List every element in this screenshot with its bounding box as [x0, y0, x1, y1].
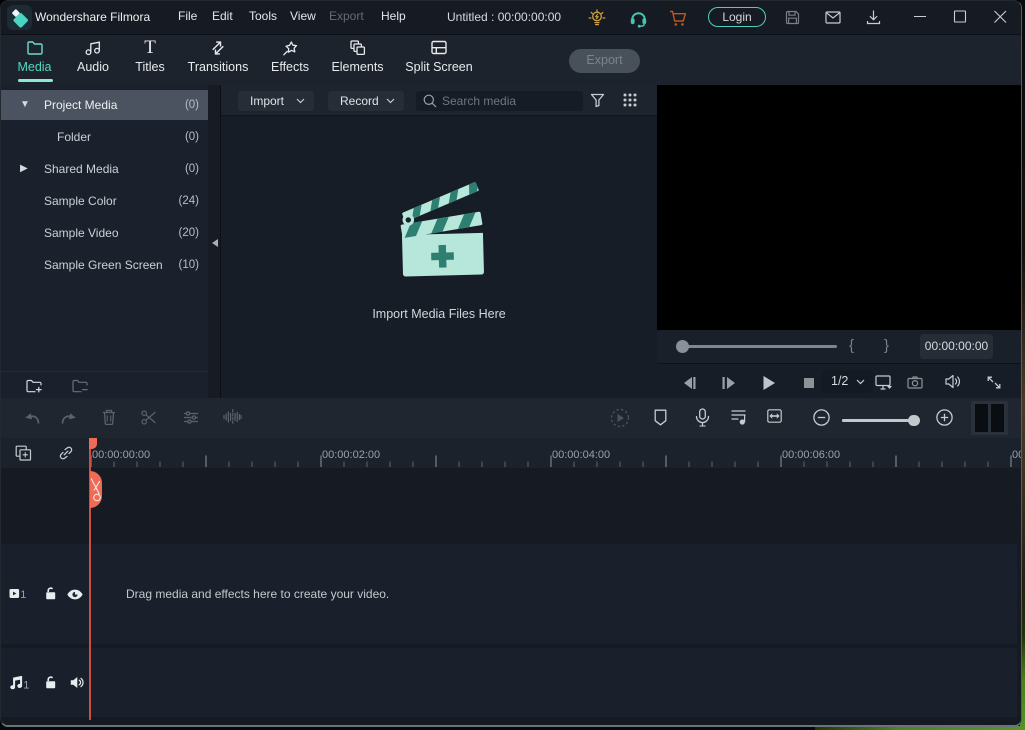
svg-text:1: 1 — [20, 589, 26, 601]
svg-text:1: 1 — [23, 680, 29, 691]
